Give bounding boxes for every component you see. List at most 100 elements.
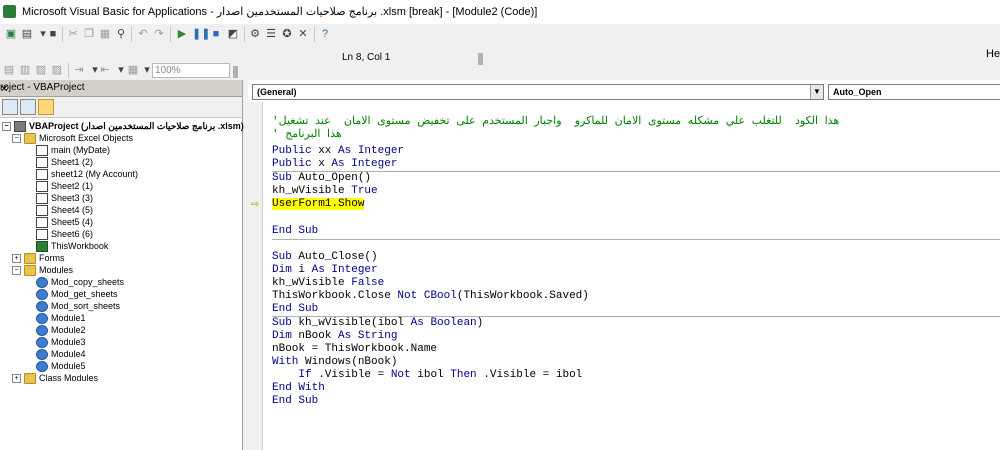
code-line-current: UserForm1.Show [272, 198, 365, 210]
module-icon [36, 301, 48, 313]
tree-item-sheet[interactable]: Sheet2 (1) [36, 180, 93, 193]
vba-project-icon [14, 121, 26, 133]
tree-folder-forms[interactable]: + Forms [12, 252, 65, 265]
design-mode-icon[interactable]: ◩ [226, 27, 240, 41]
workbook-icon [36, 241, 48, 253]
excel-view-icon[interactable]: ▣ [4, 27, 18, 41]
code-line: Public xx As Integer [272, 145, 405, 157]
tree-item-sheet[interactable]: Sheet3 (3) [36, 192, 93, 205]
tree-item-module[interactable]: Module3 [36, 336, 86, 349]
code-line: End With [272, 382, 325, 394]
collapse-icon[interactable]: − [12, 266, 21, 276]
paste-icon[interactable]: ▦ [98, 27, 112, 41]
outdent-icon[interactable]: ⇤ [98, 63, 112, 77]
cut-icon[interactable]: ✂ [66, 27, 80, 41]
list-properties-icon[interactable]: ▤ [2, 63, 16, 77]
undo-icon[interactable]: ↶ [136, 27, 150, 41]
tree-item-module[interactable]: Module4 [36, 348, 86, 361]
object-combo[interactable]: (General) ▼ [252, 84, 824, 100]
standard-toolbar: ▣ ▤ ▾ ■ ✂ ❐ ▦ ⚲ ↶ ↷ ▶ ❚❚ ■ ◩ ⚙ ☰ ✪ ✕ ? L… [0, 24, 1000, 65]
tree-item-workbook[interactable]: ThisWorkbook [36, 240, 108, 253]
code-line: Dim nBook As String [272, 330, 398, 342]
expand-icon[interactable]: + [12, 254, 21, 264]
tree-item-module[interactable]: Module1 [36, 312, 86, 325]
object-browser-icon[interactable]: ✪ [280, 27, 294, 41]
tree-root[interactable]: − VBAProject (برنامج صلاحيات المستخدمين ا… [2, 120, 244, 133]
tree-item-module[interactable]: Module2 [36, 324, 86, 337]
module-icon [36, 337, 48, 349]
save-icon[interactable]: ■ [46, 27, 60, 41]
project-explorer-icon[interactable]: ⚙ [248, 27, 262, 41]
code-line: End Sub [272, 303, 319, 315]
code-line: With Windows(nBook) [272, 356, 398, 368]
module-icon [36, 313, 48, 325]
tree-folder-class-modules[interactable]: + Class Modules [12, 372, 98, 385]
tree-item-module[interactable]: Mod_get_sheets [36, 288, 118, 301]
indent-icon[interactable]: ⇥ [72, 63, 86, 77]
break-icon[interactable]: ❚❚ [192, 27, 210, 41]
folder-icon [24, 373, 36, 385]
toolbar-grip[interactable] [478, 53, 483, 65]
copy-icon[interactable]: ❐ [82, 27, 96, 41]
worksheet-icon [36, 193, 48, 205]
insert-module-icon[interactable]: ▤ [20, 27, 34, 41]
procedure-divider [272, 239, 1000, 240]
code-line: 'هذا الكود للتغلب علي مشكله مستوى الامان… [272, 116, 840, 128]
procedure-combo[interactable]: Auto_Open [828, 84, 1000, 100]
properties-icon[interactable]: ☰ [264, 27, 278, 41]
worksheet-icon [36, 217, 48, 229]
title-bar: Microsoft Visual Basic for Applications … [0, 0, 1000, 25]
help-icon[interactable]: ? [318, 27, 332, 41]
tree-folder-modules[interactable]: − Modules [12, 264, 73, 277]
code-line: ' هذا البرنامج [272, 129, 342, 141]
code-line: End Sub [272, 225, 319, 237]
tree-item-sheet[interactable]: Sheet6 (6) [36, 228, 93, 241]
collapse-icon[interactable]: − [12, 134, 21, 144]
code-line: Public x As Integer [272, 158, 398, 170]
tree-item-module[interactable]: Module5 [36, 360, 86, 373]
zoom-combo[interactable]: 100% [152, 63, 230, 78]
tree-item-sheet[interactable]: Sheet1 (2) [36, 156, 93, 169]
run-icon[interactable]: ▶ [175, 27, 189, 41]
tree-item-module[interactable]: Mod_sort_sheets [36, 300, 120, 313]
tree-item-sheet[interactable]: sheet12 (My Account) [36, 168, 138, 181]
close-icon[interactable]: ✕ [0, 82, 238, 97]
module-icon [36, 277, 48, 289]
reset-icon[interactable]: ■ [209, 27, 223, 41]
toolbar-divider [314, 27, 315, 42]
redo-icon[interactable]: ↷ [152, 27, 166, 41]
tree-item-sheet[interactable]: Sheet4 (5) [36, 204, 93, 217]
comment-block-icon[interactable]: ▦ [126, 63, 140, 77]
collapse-icon[interactable]: − [2, 122, 11, 132]
code-line: Sub Auto_Open() [272, 172, 372, 184]
tree-folder-excel-objects[interactable]: − Microsoft Excel Objects [12, 132, 133, 145]
vba-app-icon [3, 5, 16, 18]
toolbar-divider [244, 27, 245, 42]
code-line: Sub kh_wVisible(ibol As Boolean) [272, 317, 484, 329]
expand-icon[interactable]: + [12, 374, 21, 384]
procedure-divider [272, 171, 1000, 172]
worksheet-icon [36, 145, 48, 157]
find-icon[interactable]: ⚲ [114, 27, 128, 41]
tree-item-module[interactable]: Mod_copy_sheets [36, 276, 124, 289]
module-icon [36, 349, 48, 361]
code-line: kh_wVisible True [272, 185, 378, 197]
toolbar-grip[interactable] [233, 66, 238, 78]
view-code-icon[interactable] [2, 99, 18, 115]
list-constants-icon[interactable]: ▥ [18, 63, 32, 77]
folder-icon [24, 253, 36, 265]
chevron-down-icon[interactable]: ▼ [810, 85, 823, 99]
parameter-info-icon[interactable]: ▨ [50, 63, 64, 77]
module-icon [36, 289, 48, 301]
code-line: If .Visible = Not ibol Then .Visible = i… [298, 369, 583, 381]
view-object-icon[interactable] [20, 99, 36, 115]
tree-item-sheet[interactable]: main (MyDate) [36, 144, 110, 157]
code-line: kh_wVisible False [272, 277, 385, 289]
code-margin[interactable] [248, 102, 263, 450]
tree-item-sheet[interactable]: Sheet5 (4) [36, 216, 93, 229]
menu-help[interactable]: Hel [986, 48, 1000, 60]
toolbox-icon[interactable]: ✕ [296, 27, 310, 41]
quick-info-icon[interactable]: ▧ [34, 63, 48, 77]
module-icon [36, 361, 48, 373]
toggle-folders-icon[interactable] [38, 99, 54, 115]
